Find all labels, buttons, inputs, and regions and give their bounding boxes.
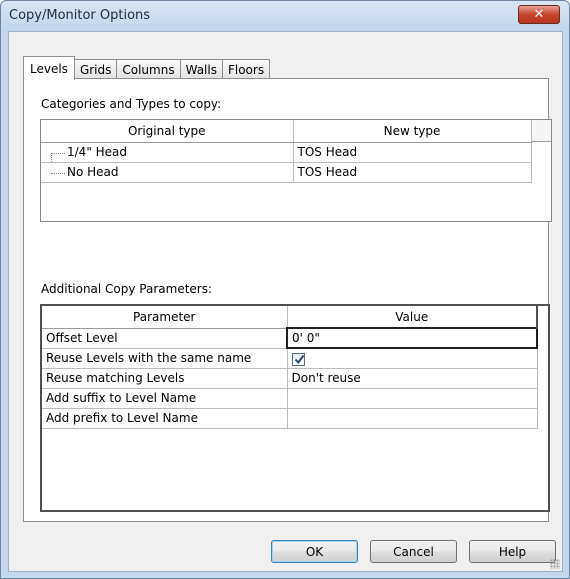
- help-button[interactable]: Help: [469, 540, 556, 563]
- dialog-window: Copy/Monitor Options ✕ Levels Grids Colu…: [0, 0, 570, 579]
- tree-line: [51, 172, 65, 174]
- tab-floors[interactable]: Floors: [221, 59, 271, 79]
- cancel-button[interactable]: Cancel: [370, 540, 457, 563]
- parameter-name: Reuse matching Levels: [42, 368, 288, 389]
- tree-line: [51, 152, 65, 154]
- tab-strip: Levels Grids Columns Walls Floors: [23, 55, 271, 80]
- parameter-name: Add prefix to Level Name: [42, 408, 288, 429]
- table-row[interactable]: No Head TOS Head: [41, 162, 532, 183]
- table-row[interactable]: Reuse Levels with the same name: [42, 348, 538, 369]
- original-type-value: 1/4" Head: [67, 145, 128, 159]
- additional-params-label: Additional Copy Parameters:: [41, 282, 213, 296]
- suffix-input[interactable]: [287, 388, 538, 409]
- tab-walls[interactable]: Walls: [179, 59, 223, 79]
- new-type-cell[interactable]: TOS Head: [293, 162, 532, 183]
- table-row[interactable]: Reuse matching Levels Don't reuse: [42, 368, 538, 389]
- check-icon: [294, 355, 304, 365]
- new-type-cell[interactable]: TOS Head: [293, 142, 532, 163]
- close-button[interactable]: ✕: [518, 5, 560, 24]
- tab-levels[interactable]: Levels: [23, 56, 75, 80]
- window-title: Copy/Monitor Options: [9, 8, 151, 23]
- column-header-original-type[interactable]: Original type: [41, 120, 294, 143]
- reuse-matching-select[interactable]: Don't reuse: [287, 368, 538, 389]
- types-table: Original type New type 1/4" Head TOS Hea…: [40, 119, 552, 222]
- resize-grip-icon[interactable]: [550, 559, 560, 569]
- table-row[interactable]: Add suffix to Level Name: [42, 388, 538, 409]
- table-row[interactable]: 1/4" Head TOS Head: [41, 142, 532, 163]
- table-row[interactable]: Add prefix to Level Name: [42, 408, 538, 429]
- column-header-new-type[interactable]: New type: [293, 120, 532, 143]
- reuse-same-name-cell[interactable]: [287, 348, 538, 369]
- original-type-cell[interactable]: 1/4" Head: [41, 142, 294, 163]
- table-row[interactable]: Offset Level 0' 0": [42, 327, 538, 349]
- tab-columns[interactable]: Columns: [116, 59, 181, 79]
- ok-button[interactable]: OK: [271, 540, 358, 563]
- column-header-parameter[interactable]: Parameter: [42, 306, 288, 329]
- offset-level-input[interactable]: 0' 0": [286, 327, 538, 349]
- prefix-input[interactable]: [287, 408, 538, 429]
- column-header-value[interactable]: Value: [287, 306, 538, 329]
- reuse-same-name-checkbox[interactable]: [291, 353, 305, 367]
- categories-label: Categories and Types to copy:: [41, 97, 222, 111]
- title-bar[interactable]: Copy/Monitor Options ✕: [1, 1, 569, 31]
- close-icon: ✕: [533, 7, 545, 22]
- tree-line: [51, 152, 52, 161]
- original-type-cell[interactable]: No Head: [41, 162, 294, 183]
- dialog-body: Levels Grids Columns Walls Floors Catego…: [8, 31, 563, 572]
- parameters-table: Parameter Value Offset Level 0' 0" Reuse…: [40, 304, 550, 512]
- levels-tab-panel: Categories and Types to copy: Original t…: [23, 78, 552, 522]
- parameter-name: Add suffix to Level Name: [42, 388, 288, 409]
- original-type-value: No Head: [67, 165, 119, 179]
- parameter-name: Offset Level: [42, 328, 288, 349]
- tab-grids[interactable]: Grids: [73, 59, 118, 79]
- parameter-name: Reuse Levels with the same name: [42, 348, 288, 369]
- header-filler: [531, 120, 551, 142]
